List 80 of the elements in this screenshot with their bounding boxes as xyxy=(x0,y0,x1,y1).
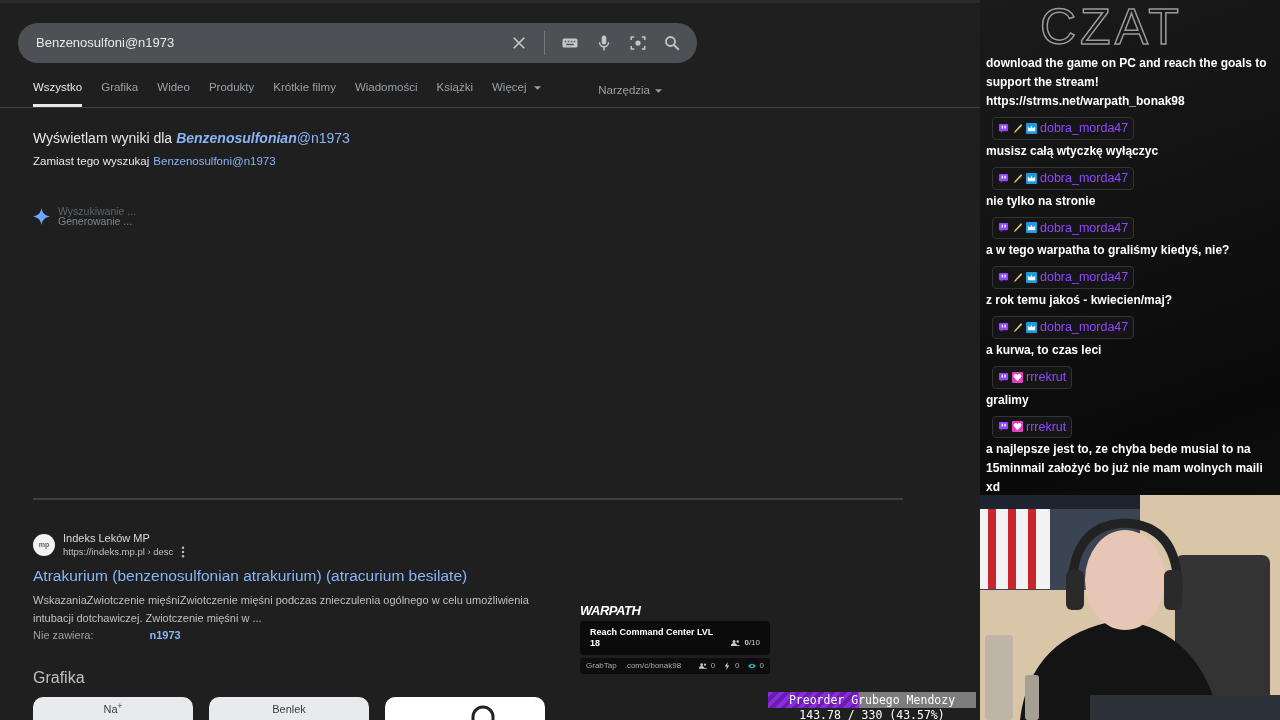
crown-icon xyxy=(1026,222,1037,234)
stat-value: 0 xyxy=(710,659,716,672)
more-icon[interactable] xyxy=(181,545,186,558)
site-name: Indeks Leków MP xyxy=(63,531,151,546)
stat-value: 0 xyxy=(759,659,764,672)
result-title-link[interactable]: Atrakurium (benzenosulfonian atrakurium) (atracurium besilate) xyxy=(33,564,468,588)
feather-icon xyxy=(1012,272,1023,284)
chat-message: a kurwa, to czas leci xyxy=(986,341,1103,359)
tab[interactable]: Wideo xyxy=(157,78,190,107)
username[interactable]: dobra_morda47 xyxy=(1040,119,1129,138)
crown-icon xyxy=(1026,122,1037,134)
heart-icon xyxy=(1012,371,1023,383)
original-query-link[interactable]: Benzenosulfoni@n1973 xyxy=(153,153,276,171)
prime-icon xyxy=(998,421,1009,433)
tab[interactable]: Wiadomości xyxy=(354,78,418,107)
username[interactable]: dobra_morda47 xyxy=(1040,318,1129,337)
chat-message: download the game on PC and reach the goals to support the stream! xyxy=(986,55,1268,91)
heart-icon xyxy=(1012,421,1023,433)
stat-value: 0 xyxy=(735,659,740,672)
status-text: Generowanie ... xyxy=(58,216,134,227)
instead-text: Zamiast tego wyszukaj xyxy=(33,154,150,169)
image-result[interactable]: Benlek xyxy=(209,696,369,720)
feather-icon xyxy=(1012,172,1023,184)
close-icon[interactable] xyxy=(510,34,528,52)
goal-count: 0/10 xyxy=(744,636,760,649)
username[interactable]: dobra_morda47 xyxy=(1040,218,1129,238)
show-results-link[interactable]: n1973 xyxy=(149,627,181,644)
crown-icon xyxy=(1026,321,1037,333)
prime-icon xyxy=(998,371,1009,383)
tab[interactable]: Wszystko xyxy=(33,78,83,107)
corrected-query-link[interactable]: Benzenosulfonian@n1973 xyxy=(176,128,350,149)
status-text: Wyszukiwanie ... xyxy=(58,206,137,217)
eye-icon xyxy=(747,661,756,670)
chat-message: z rok temu jakoś - kwiecien/maj? xyxy=(986,292,1174,309)
result-url: https://indeks.mp.pl › desc xyxy=(63,545,174,559)
prime-icon xyxy=(998,272,1009,284)
game-logo: WARPATH xyxy=(580,602,642,620)
bolt-icon xyxy=(723,661,732,670)
prime-icon xyxy=(998,172,1009,184)
prime-icon xyxy=(998,122,1009,134)
tab[interactable]: Książki xyxy=(436,78,473,107)
username[interactable]: rrrekrut xyxy=(1026,367,1067,387)
brand-text: GrabTap xyxy=(586,659,617,672)
correction-text: Wyświetlam wyniki dla xyxy=(33,129,173,148)
search-field[interactable]: Benzenosulfoni@n1973 xyxy=(18,23,697,63)
tab[interactable]: Grafika xyxy=(101,78,139,107)
feather-icon xyxy=(1012,321,1023,333)
people-icon xyxy=(731,639,741,646)
chat-link[interactable]: https://strms.net/warpath_bonak98 xyxy=(986,92,1274,111)
sparkle-icon xyxy=(33,207,50,225)
feather-icon xyxy=(1012,122,1023,134)
tab[interactable]: Produkty xyxy=(208,78,255,107)
search-icon[interactable] xyxy=(663,34,681,52)
people-icon xyxy=(698,661,707,670)
username[interactable]: dobra_morda47 xyxy=(1040,268,1129,287)
goal-text: Reach Command Center LVL 18 xyxy=(590,626,715,649)
camera-icon[interactable] xyxy=(629,34,647,52)
chat-message: gralimy xyxy=(986,391,1030,409)
image-result[interactable]: Na$^{+}$ xyxy=(33,696,193,720)
chat-message: a najlepsze jest to, ze chyba bede musial to na 15minmail założyć bo już nie mam wolnych maili xd xyxy=(986,441,1264,497)
crown-icon xyxy=(1026,272,1037,284)
goal-reading: 143.78 / 330 (43.57%) xyxy=(798,708,946,720)
chat-message: musisz całą wtyczkę wyłączyc xyxy=(986,142,1160,160)
tab[interactable]: Więcej xyxy=(492,78,541,107)
feather-icon xyxy=(1012,222,1023,234)
section-heading: Grafika xyxy=(33,667,85,688)
username[interactable]: rrrekrut xyxy=(1026,417,1067,437)
caret-icon xyxy=(655,88,662,93)
chat-message: nie tylko na stronie xyxy=(986,192,1097,210)
tools-button[interactable]: Narzędzia xyxy=(598,81,662,107)
prime-icon xyxy=(998,321,1009,333)
missing-text: Nie zawiera: xyxy=(33,628,94,644)
crown-icon xyxy=(1026,172,1037,184)
search-input[interactable]: Benzenosulfoni@n1973 xyxy=(34,32,494,54)
chat-title: CZAT xyxy=(1039,0,1184,57)
username[interactable]: dobra_morda47 xyxy=(1040,168,1129,188)
tab[interactable]: Krótkie filmy xyxy=(273,78,336,107)
prime-icon xyxy=(998,222,1009,234)
chat-message: a w tego warpatha to graliśmy kiedyś, nie? xyxy=(986,242,1231,260)
result-snippet: WskazaniaZwiotczenie mięśniZwiotczenie mięśni podczas znieczulenia ogólnego w celu umożliwienia intubacji dotchawiczej. Zwiotczenie mięśni w ... xyxy=(33,593,530,627)
